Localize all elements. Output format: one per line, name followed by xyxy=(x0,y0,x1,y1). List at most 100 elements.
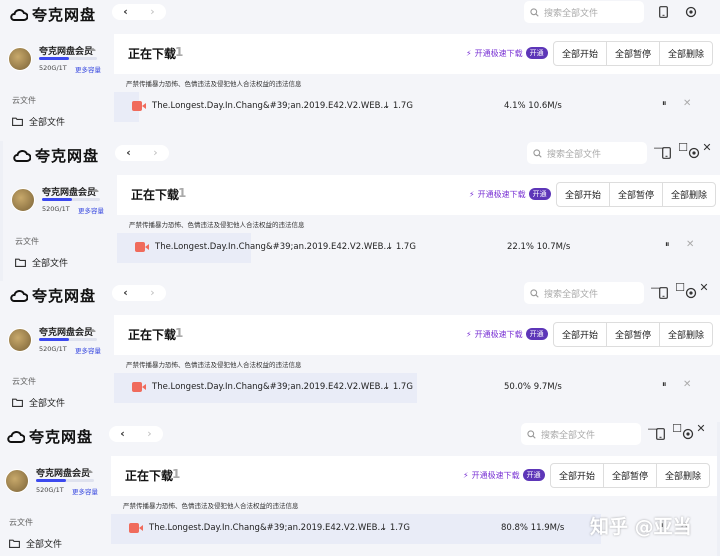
back-arrow-icon[interactable]: ‹ xyxy=(112,4,139,20)
speed-download-promo[interactable]: ⚡ 开通极速下载 开通 xyxy=(469,188,551,200)
close-icon[interactable]: ✕ xyxy=(686,239,694,250)
minimize-icon[interactable]: — xyxy=(650,281,662,295)
app-logo: 夸克网盘 xyxy=(13,145,99,166)
more-capacity-link[interactable]: 更多容量 xyxy=(72,486,98,496)
maximize-icon[interactable]: ☐ xyxy=(671,422,683,436)
app-logo: 夸克网盘 xyxy=(10,4,96,25)
delete-all-button[interactable]: 全部删除 xyxy=(656,463,711,488)
delete-all-button[interactable]: 全部删除 xyxy=(659,322,714,347)
open-badge[interactable]: 开通 xyxy=(525,328,548,340)
folder-icon xyxy=(9,539,20,548)
pause-icon[interactable]: ⏸ xyxy=(662,99,667,109)
search-placeholder: 搜索全部文件 xyxy=(547,149,602,160)
search-input[interactable]: 搜索全部文件 xyxy=(521,423,641,445)
close-icon[interactable]: ✕ xyxy=(683,98,691,109)
download-progress-text: 50.0% 9.7M/s xyxy=(504,382,562,392)
close-icon[interactable]: ✕ xyxy=(698,281,710,295)
download-row[interactable]: The.Longest.Day.In.Chang&#39;an.2019.E42… xyxy=(114,92,720,122)
page-title: 正在下载 xyxy=(131,188,180,202)
search-input[interactable]: 搜索全部文件 xyxy=(524,282,644,304)
file-video-icon xyxy=(135,242,149,252)
speed-promo-label: 开通极速下载 xyxy=(474,48,523,58)
lightning-icon: ⚡ xyxy=(469,189,475,199)
maximize-icon[interactable]: ☐ xyxy=(674,281,686,295)
pause-all-button[interactable]: 全部暂停 xyxy=(603,463,658,488)
window-controls: — ☐ ✕ xyxy=(647,422,707,436)
pause-icon[interactable]: ⏸ xyxy=(665,240,670,250)
download-row[interactable]: The.Longest.Day.In.Chang&#39;an.2019.E42… xyxy=(117,233,720,263)
storage-progress-bar xyxy=(42,198,100,201)
start-all-button[interactable]: 全部开始 xyxy=(556,182,611,207)
search-icon xyxy=(533,148,542,158)
download-row[interactable]: The.Longest.Day.In.Chang&#39;an.2019.E42… xyxy=(114,373,720,403)
avatar[interactable] xyxy=(8,328,32,352)
sidebar-item-all-files[interactable]: 全部文件 xyxy=(12,115,65,128)
back-arrow-icon[interactable]: ‹ xyxy=(112,285,139,301)
search-placeholder: 搜索全部文件 xyxy=(541,430,596,441)
pause-icon[interactable]: ⏸ xyxy=(662,380,667,390)
back-arrow-icon[interactable]: ‹ xyxy=(109,426,136,442)
minimize-icon[interactable]: — xyxy=(653,141,665,155)
sidebar-item-all-files[interactable]: 全部文件 xyxy=(12,396,65,409)
download-window-snapshot-1: 夸克网盘 ‹ › 搜索全部文件 夸克网盘会员 ☁ 520G/1T 更多容量 云文… xyxy=(0,0,720,141)
minimize-icon[interactable]: — xyxy=(647,422,659,436)
nav-buttons: ‹ › xyxy=(115,145,169,161)
content-warning: 严禁传播暴力恐怖、色情违法及侵犯他人合法权益的违法信息 xyxy=(126,80,302,88)
speed-download-promo[interactable]: ⚡ 开通极速下载 开通 xyxy=(463,469,545,481)
close-icon[interactable]: ✕ xyxy=(683,379,691,390)
storage-progress-bar xyxy=(36,479,94,482)
sidebar-item-all-files[interactable]: 全部文件 xyxy=(15,256,68,269)
sidebar-item-all-files[interactable]: 全部文件 xyxy=(9,537,62,550)
settings-icon[interactable] xyxy=(683,4,699,20)
speed-download-promo[interactable]: ⚡ 开通极速下载 开通 xyxy=(466,47,548,59)
avatar[interactable] xyxy=(8,47,32,71)
pause-all-button[interactable]: 全部暂停 xyxy=(606,322,661,347)
pause-all-button[interactable]: 全部暂停 xyxy=(609,182,664,207)
start-all-button[interactable]: 全部开始 xyxy=(553,322,608,347)
open-badge[interactable]: 开通 xyxy=(528,188,551,200)
speed-download-promo[interactable]: ⚡ 开通极速下载 开通 xyxy=(466,328,548,340)
forward-arrow-icon[interactable]: › xyxy=(136,426,163,442)
pause-all-button[interactable]: 全部暂停 xyxy=(606,41,661,66)
member-name: 夸克网盘会员 xyxy=(39,328,94,338)
more-capacity-link[interactable]: 更多容量 xyxy=(78,205,104,215)
download-count: 1 xyxy=(175,326,184,340)
content-warning: 严禁传播暴力恐怖、色情违法及侵犯他人合法权益的违法信息 xyxy=(126,361,302,369)
phone-icon[interactable] xyxy=(655,4,671,20)
title-bar: 夸克网盘 ‹ › 搜索全部文件 xyxy=(0,0,720,34)
search-placeholder: 搜索全部文件 xyxy=(544,289,599,300)
file-video-icon xyxy=(132,382,146,392)
close-icon[interactable]: ✕ xyxy=(701,141,713,155)
sidebar-item-label: 全部文件 xyxy=(26,540,63,550)
forward-arrow-icon[interactable]: › xyxy=(139,4,166,20)
storage-progress-fill xyxy=(39,338,70,341)
open-badge[interactable]: 开通 xyxy=(522,469,545,481)
storage-usage: 520G/1T xyxy=(39,345,67,353)
search-input[interactable]: 搜索全部文件 xyxy=(527,142,647,164)
close-icon[interactable]: ✕ xyxy=(695,422,707,436)
back-arrow-icon[interactable]: ‹ xyxy=(115,145,142,161)
more-capacity-link[interactable]: 更多容量 xyxy=(75,64,101,74)
forward-arrow-icon[interactable]: › xyxy=(142,145,169,161)
download-count: 1 xyxy=(172,467,181,481)
more-capacity-link[interactable]: 更多容量 xyxy=(75,345,101,355)
search-placeholder: 搜索全部文件 xyxy=(544,8,599,19)
delete-all-button[interactable]: 全部删除 xyxy=(659,41,714,66)
avatar[interactable] xyxy=(11,188,35,212)
delete-all-button[interactable]: 全部删除 xyxy=(662,182,717,207)
storage-usage: 520G/1T xyxy=(36,486,64,494)
lightning-icon: ⚡ xyxy=(466,329,472,339)
avatar[interactable] xyxy=(5,469,29,493)
section-label: 云文件 xyxy=(15,237,39,246)
open-badge[interactable]: 开通 xyxy=(525,47,548,59)
forward-arrow-icon[interactable]: › xyxy=(139,285,166,301)
start-all-button[interactable]: 全部开始 xyxy=(550,463,605,488)
download-header: 正在下载 1 ⚡ 开通极速下载 开通 全部开始 全部暂停 全部删除 xyxy=(117,175,720,215)
nav-buttons: ‹ › xyxy=(109,426,163,442)
start-all-button[interactable]: 全部开始 xyxy=(553,41,608,66)
storage-usage: 520G/1T xyxy=(42,205,70,213)
search-input[interactable]: 搜索全部文件 xyxy=(524,1,644,23)
maximize-icon[interactable]: ☐ xyxy=(677,141,689,155)
download-progress-text: 80.8% 11.9M/s xyxy=(501,523,565,533)
section-label: 云文件 xyxy=(12,96,36,105)
